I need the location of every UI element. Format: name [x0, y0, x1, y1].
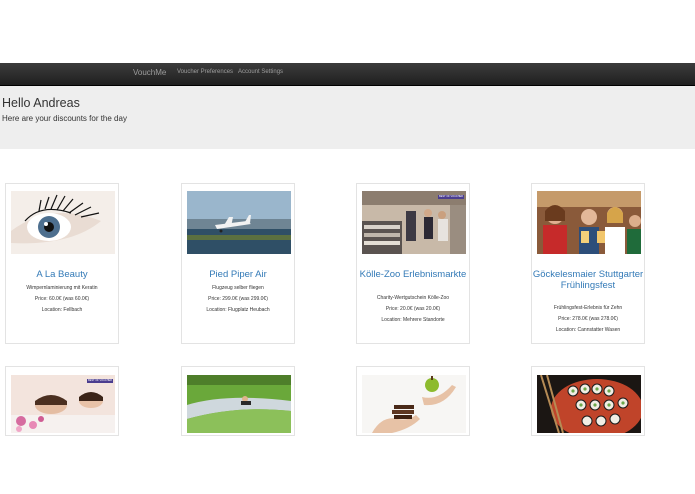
voucher-image-spa[interactable]: BEST OF VOUCHER: [11, 375, 115, 433]
voucher-card[interactable]: Göckelesmaier Stuttgarter Frühlingsfest …: [531, 183, 645, 344]
voucher-card[interactable]: [181, 366, 295, 436]
voucher-image-eye[interactable]: [11, 191, 115, 254]
voucher-image-toboggan[interactable]: [187, 375, 291, 433]
welcome-banner: Hello Andreas Here are your discounts fo…: [0, 86, 695, 149]
voucher-price: Price: 299.0€ (was 299.0€): [208, 296, 268, 302]
voucher-title[interactable]: A La Beauty: [6, 269, 118, 281]
badge-label: BEST OF VOUCHER: [87, 379, 113, 383]
voucher-card[interactable]: A La Beauty Wimpernlaminierung mit Kerat…: [5, 183, 119, 344]
voucher-card[interactable]: BEST OF VOUCHER Kölle-Zoo Erlebnismarkte…: [356, 183, 470, 344]
voucher-price: Price: 60.0€ (was 60.0€): [34, 296, 90, 302]
navbar: VouchMe Voucher Preferences Account Sett…: [0, 63, 695, 86]
voucher-title[interactable]: Göckelesmaier Stuttgarter Frühlingsfest: [532, 269, 644, 291]
voucher-card[interactable]: [356, 366, 470, 436]
voucher-title[interactable]: Pied Piper Air: [182, 269, 294, 281]
voucher-image-beer-festival[interactable]: [537, 191, 641, 254]
voucher-price: Price: 278.0€ (was 278.0€): [558, 316, 618, 322]
badge-label: BEST OF VOUCHER: [438, 195, 464, 199]
voucher-description: Wimpernlaminierung mit Keratin: [26, 285, 98, 291]
voucher-image-pet-store[interactable]: BEST OF VOUCHER: [362, 191, 466, 254]
brand-link[interactable]: VouchMe: [133, 68, 166, 77]
nav-voucher-preferences[interactable]: Voucher Preferences: [177, 69, 233, 75]
voucher-description: Charity-Wertgutschein Kölle-Zoo: [376, 295, 450, 301]
voucher-title[interactable]: Kölle-Zoo Erlebnismarkte: [357, 269, 469, 281]
voucher-card[interactable]: [531, 366, 645, 436]
voucher-image-airplane[interactable]: [187, 191, 291, 254]
voucher-location: Location: Flugplatz Heubach: [206, 307, 270, 313]
nav-account-settings[interactable]: Account Settings: [238, 69, 283, 75]
voucher-description: Flugzeug selber fliegen: [212, 285, 264, 291]
voucher-location: Location: Mehrere Standorte: [381, 317, 445, 323]
voucher-card[interactable]: Pied Piper Air Flugzeug selber fliegen P…: [181, 183, 295, 344]
greeting-heading: Hello Andreas: [2, 96, 80, 110]
voucher-location: Location: Cannstatter Wasen: [555, 327, 621, 333]
voucher-image-chocolate-apple[interactable]: [362, 375, 466, 433]
voucher-image-sushi[interactable]: [537, 375, 641, 433]
voucher-price: Price: 20.0€ (was 20.0€): [385, 306, 441, 312]
greeting-subtitle: Here are your discounts for the day: [2, 114, 127, 123]
voucher-card[interactable]: BEST OF VOUCHER: [5, 366, 119, 436]
voucher-description: Frühlingsfest-Erlebnis für Zehn: [553, 305, 623, 311]
voucher-location: Location: Fellbach: [41, 307, 83, 313]
